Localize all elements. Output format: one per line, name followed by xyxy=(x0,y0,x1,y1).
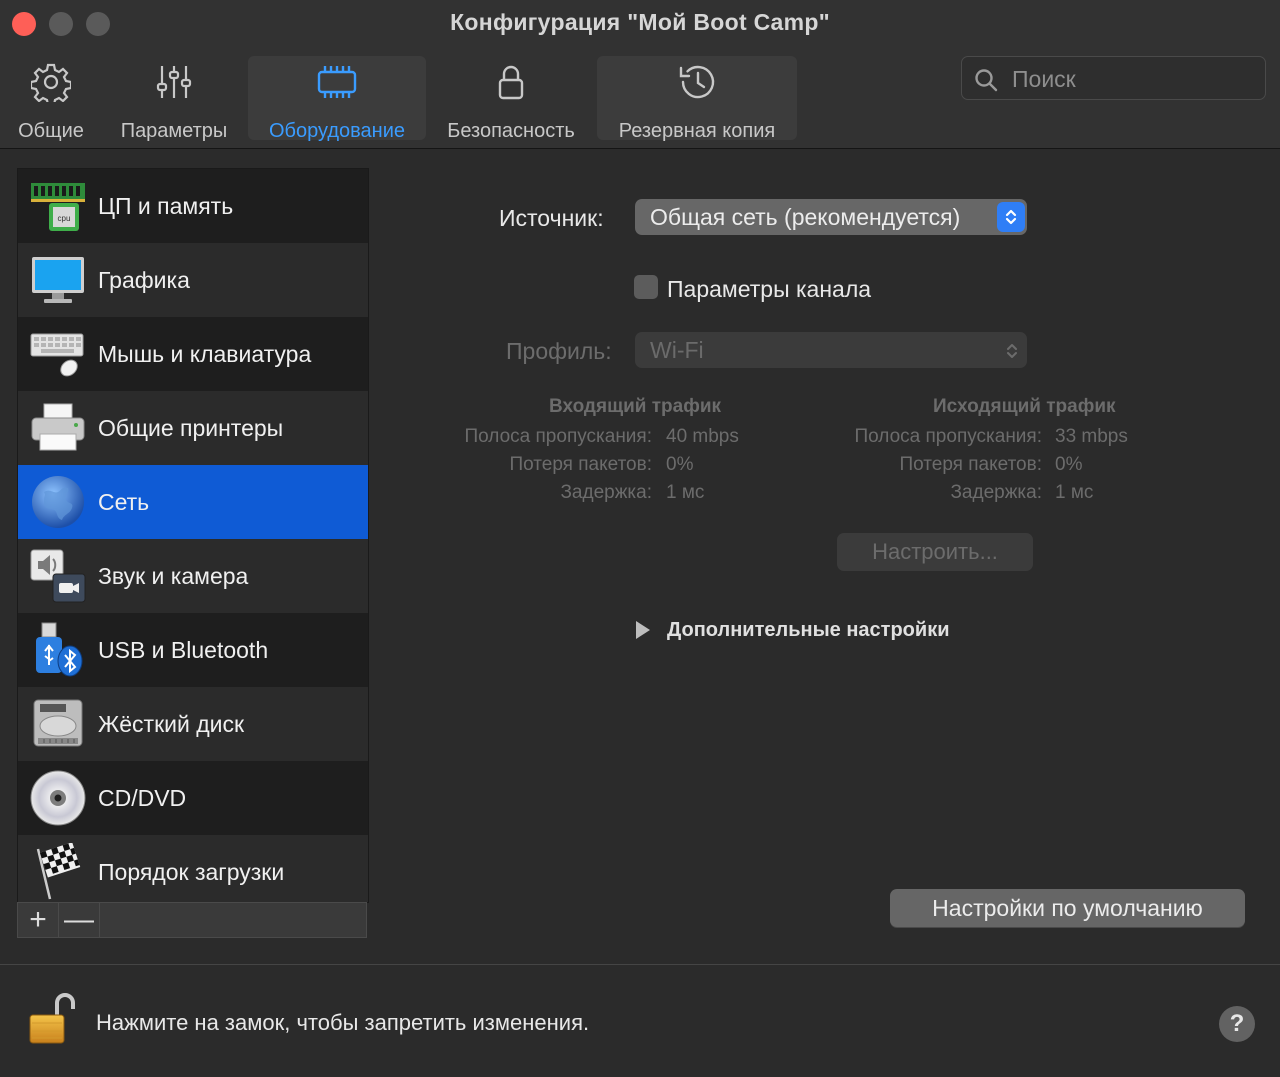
printer-icon xyxy=(28,398,88,458)
remove-device-button[interactable]: — xyxy=(59,903,100,937)
tab-security-label: Безопасность xyxy=(447,120,575,142)
gear-icon xyxy=(31,62,71,102)
sidebar-item-label: Жёсткий диск xyxy=(98,710,245,737)
sidebar-item-label: Звук и камера xyxy=(98,562,249,589)
source-value: Общая сеть (рекомендуется) xyxy=(650,203,961,230)
incoming-latency-value: 1 мс xyxy=(666,482,705,503)
profile-label: Профиль: xyxy=(506,338,612,364)
incoming-packet-loss-value: 0% xyxy=(666,454,694,475)
sliders-icon xyxy=(154,62,194,102)
source-popup[interactable]: Общая сеть (рекомендуется) xyxy=(635,199,1027,235)
add-device-button[interactable]: + xyxy=(18,903,59,937)
lock-icon xyxy=(491,62,531,102)
hard-disk-icon xyxy=(28,694,88,754)
source-label: Источник: xyxy=(499,205,604,231)
channel-params-checkbox[interactable] xyxy=(634,275,658,299)
chevron-updown-icon xyxy=(997,202,1025,232)
sidebar-item-hard-disk[interactable]: Жёсткий диск xyxy=(18,687,368,761)
sound-camera-icon xyxy=(28,546,88,606)
incoming-latency-key: Задержка: xyxy=(560,482,652,503)
profile-value: Wi-Fi xyxy=(650,336,704,363)
sidebar-item-usb-bluetooth[interactable]: USB и Bluetooth xyxy=(18,613,368,687)
history-icon xyxy=(675,62,719,102)
monitor-icon xyxy=(28,250,88,310)
sidebar-item-label: Мышь и клавиатура xyxy=(98,340,312,367)
profile-popup[interactable]: Wi-Fi xyxy=(635,332,1027,368)
incoming-bandwidth-value: 40 mbps xyxy=(666,426,739,447)
restore-defaults-button[interactable]: Настройки по умолчанию xyxy=(890,889,1245,927)
window-title: Конфигурация "Мой Boot Camp" xyxy=(450,9,830,35)
tab-backup-label: Резервная копия xyxy=(618,120,776,142)
tab-backup[interactable]: Резервная копия xyxy=(597,56,797,142)
tab-general[interactable]: Общие xyxy=(6,56,96,142)
help-button[interactable]: ? xyxy=(1219,1006,1255,1042)
search-input[interactable] xyxy=(1010,65,1254,93)
outgoing-bandwidth-value: 33 mbps xyxy=(1055,426,1128,447)
sidebar-footer: + — xyxy=(17,902,367,938)
search-icon xyxy=(974,68,998,97)
globe-icon xyxy=(28,472,88,532)
sidebar-item-sound-camera[interactable]: Звук и камера xyxy=(18,539,368,613)
incoming-traffic-title: Входящий трафик xyxy=(549,396,722,417)
lock-hint-text: Нажмите на замок, чтобы запретить измене… xyxy=(96,1010,590,1035)
incoming-bandwidth-key: Полоса пропускания: xyxy=(464,426,653,447)
sidebar-item-label: Сеть xyxy=(98,488,150,515)
tab-parameters-label: Параметры xyxy=(120,120,228,142)
outgoing-packet-loss-key: Потеря пакетов: xyxy=(899,454,1042,475)
chevron-updown-icon xyxy=(1005,340,1019,367)
outgoing-packet-loss-value: 0% xyxy=(1055,454,1083,475)
unlocked-padlock-icon[interactable] xyxy=(27,991,77,1052)
sidebar-item-mouse-keyboard[interactable]: Мышь и клавиатура xyxy=(18,317,368,391)
outgoing-latency-key: Задержка: xyxy=(950,482,1042,503)
tab-general-label: Общие xyxy=(18,120,84,142)
sidebar-item-label: USB и Bluetooth xyxy=(98,636,269,663)
keyboard-mouse-icon xyxy=(28,324,88,384)
sidebar-item-label: Общие принтеры xyxy=(98,414,284,441)
chip-icon xyxy=(315,62,359,102)
disclosure-triangle-icon[interactable] xyxy=(634,619,652,646)
channel-params-label: Параметры канала xyxy=(667,276,872,302)
svg-text:cpu: cpu xyxy=(58,214,71,223)
incoming-packet-loss-key: Потеря пакетов: xyxy=(509,454,652,475)
tab-hardware[interactable]: Оборудование xyxy=(248,56,426,142)
tab-security[interactable]: Безопасность xyxy=(434,56,588,142)
sidebar-item-label: CD/DVD xyxy=(98,784,187,811)
sidebar-item-printers[interactable]: Общие принтеры xyxy=(18,391,368,465)
outgoing-bandwidth-key: Полоса пропускания: xyxy=(854,426,1043,447)
sidebar-item-graphics[interactable]: Графика xyxy=(18,243,368,317)
outgoing-traffic-title: Исходящий трафик xyxy=(933,396,1116,417)
title-bar: Конфигурация "Мой Boot Camp" Общие Парам… xyxy=(0,0,1280,149)
checkered-flag-icon xyxy=(28,842,88,902)
sidebar-item-label: Графика xyxy=(98,266,190,293)
hardware-sidebar: cpu ЦП и память Графика Мышь и клавиатур… xyxy=(17,168,369,903)
sidebar-item-label: ЦП и память xyxy=(98,192,234,219)
tab-parameters[interactable]: Параметры xyxy=(108,56,240,142)
outgoing-latency-value: 1 мс xyxy=(1055,482,1094,503)
disc-icon xyxy=(28,768,88,828)
sidebar-item-boot-order[interactable]: Порядок загрузки xyxy=(18,835,368,902)
search-field[interactable] xyxy=(961,56,1266,100)
sidebar-item-network[interactable]: Сеть xyxy=(18,465,368,539)
advanced-settings-label[interactable]: Дополнительные настройки xyxy=(667,619,950,642)
tab-hardware-label: Оборудование xyxy=(268,120,406,142)
sidebar-item-cd-dvd[interactable]: CD/DVD xyxy=(18,761,368,835)
sidebar-item-label: Порядок загрузки xyxy=(98,858,285,885)
sidebar-item-cpu-memory[interactable]: cpu ЦП и память xyxy=(18,169,368,243)
cpu-memory-icon: cpu xyxy=(28,176,88,236)
usb-bluetooth-icon xyxy=(28,620,88,680)
configure-button[interactable]: Настроить... xyxy=(837,533,1033,571)
